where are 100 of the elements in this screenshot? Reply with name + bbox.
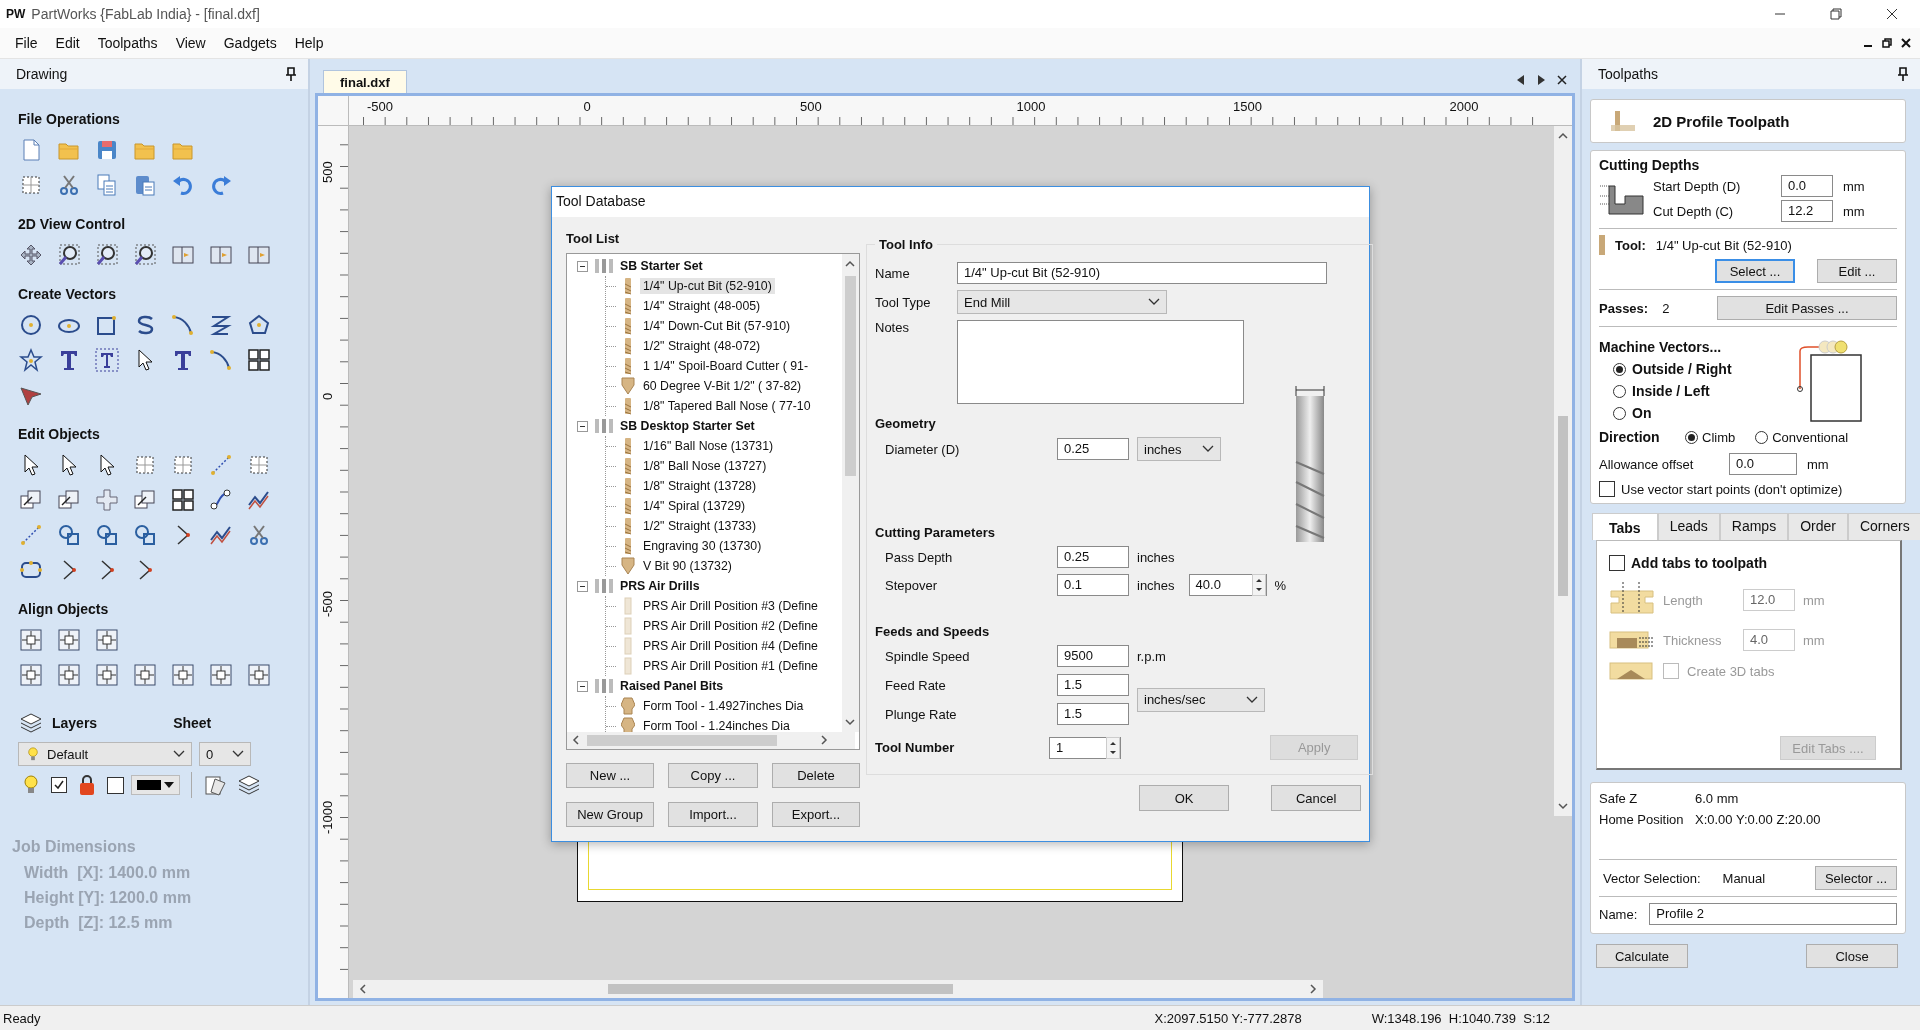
tool-tree[interactable] xyxy=(566,253,860,750)
radio-button[interactable] xyxy=(1613,406,1626,420)
right-arrow-icon[interactable] xyxy=(1537,75,1545,85)
tree-item[interactable]: 1/4" Spiral (13729) xyxy=(640,498,749,514)
grid-icon[interactable] xyxy=(170,487,196,513)
tab[interactable]: Leads xyxy=(1657,513,1720,540)
units-dropdown[interactable]: inches xyxy=(1137,437,1221,461)
tool-name-field[interactable]: 1/4" Up-cut Bit (52-910) xyxy=(957,262,1327,284)
menu-item[interactable]: Toolpaths xyxy=(88,32,167,54)
menu-item[interactable]: File xyxy=(6,32,47,54)
feed-rate-field[interactable]: 1.5 xyxy=(1057,674,1129,696)
pin-icon[interactable] xyxy=(286,67,296,81)
layer-dropdown[interactable]: Default xyxy=(18,742,192,766)
tree-item[interactable]: 1 1/4" Spoil-Board Cutter ( 91- xyxy=(640,358,811,374)
tool-number-field[interactable]: 1 xyxy=(1049,736,1121,759)
tree-item[interactable]: 1/2" Straight (13733) xyxy=(640,518,760,534)
tree-item[interactable]: PRS Air Drill Position #4 (Define xyxy=(640,638,821,654)
align-icon[interactable] xyxy=(18,627,44,653)
vertical-scrollbar[interactable] xyxy=(842,254,859,732)
tab[interactable]: Corners xyxy=(1847,513,1920,540)
zoom-icon[interactable] xyxy=(132,242,158,268)
option-label[interactable]: Conventional xyxy=(1772,429,1849,445)
option-label[interactable]: Outside / Right xyxy=(1632,361,1732,377)
vertical-scrollbar[interactable] xyxy=(1554,126,1572,816)
tree-item[interactable]: 1/16" Ball Nose (13731) xyxy=(640,438,777,454)
close-icon[interactable] xyxy=(1886,8,1898,20)
spindle-speed-field[interactable]: 9500 xyxy=(1057,645,1129,667)
spinner-icon[interactable] xyxy=(1251,574,1266,596)
list-button[interactable]: Delete xyxy=(772,763,860,788)
horizontal-scrollbar[interactable] xyxy=(567,732,855,749)
stepover-field[interactable]: 0.1 xyxy=(1057,574,1129,596)
tree-item[interactable]: PRS Air Drill Position #3 (Define xyxy=(640,598,821,614)
option-label[interactable]: Inside / Left xyxy=(1632,383,1710,399)
align-icon[interactable] xyxy=(56,627,82,653)
group-label[interactable]: SB Desktop Starter Set xyxy=(620,419,755,433)
collapse-icon[interactable] xyxy=(577,260,588,272)
pin-icon[interactable] xyxy=(1898,67,1908,81)
menu-item[interactable]: View xyxy=(166,32,215,54)
tree-item[interactable]: Form Tool - 1.24inches Dia xyxy=(640,718,793,734)
tree-item[interactable]: 1/8" Straight (13728) xyxy=(640,478,760,494)
panel-button[interactable]: Close xyxy=(1806,944,1898,968)
option-label[interactable]: Climb xyxy=(1702,429,1736,445)
depth-field[interactable]: 0.0 xyxy=(1781,175,1833,197)
tree-item[interactable]: 1/8" Ball Nose (13727) xyxy=(640,458,770,474)
color-dropdown[interactable] xyxy=(131,775,180,795)
restore-icon[interactable] xyxy=(1882,38,1892,48)
radio-button[interactable] xyxy=(1685,430,1698,444)
option-label[interactable]: On xyxy=(1632,405,1652,421)
tab[interactable]: Order xyxy=(1788,513,1848,540)
shapes-icon[interactable] xyxy=(56,522,82,548)
plunge-rate-field[interactable]: 1.5 xyxy=(1057,703,1129,725)
close-icon[interactable] xyxy=(1557,75,1567,85)
checkbox[interactable] xyxy=(51,777,67,793)
radio-button[interactable] xyxy=(1755,430,1769,444)
circle-icon[interactable] xyxy=(18,312,44,338)
zoom-icon[interactable] xyxy=(94,242,120,268)
radio-button[interactable] xyxy=(1613,362,1626,376)
rate-units-dropdown[interactable]: inches/sec xyxy=(1137,687,1265,712)
tree-item[interactable]: 1/4" Up-cut Bit (52-910) xyxy=(640,278,775,294)
list-button[interactable]: Copy ... xyxy=(668,763,758,788)
tool-button[interactable]: Select ... xyxy=(1715,259,1795,283)
tree-item[interactable]: 1/4" Straight (48-005) xyxy=(640,298,764,314)
align-icon[interactable] xyxy=(94,627,120,653)
radio-button[interactable] xyxy=(1613,384,1626,398)
tree-item[interactable]: 1/8" Tapered Ball Nose ( 77-10 xyxy=(640,398,814,414)
align-icon[interactable] xyxy=(56,662,82,688)
spinner-icon[interactable] xyxy=(1106,736,1120,759)
list-button[interactable]: New Group xyxy=(566,802,654,827)
list-button[interactable]: Export... xyxy=(772,802,860,827)
close-icon[interactable] xyxy=(1901,38,1911,48)
tool-type-dropdown[interactable]: End Mill xyxy=(957,290,1167,314)
text-frame-icon[interactable] xyxy=(94,347,120,373)
align-icon[interactable] xyxy=(18,662,44,688)
checkbox[interactable] xyxy=(1599,481,1615,497)
pan-icon[interactable] xyxy=(18,242,44,268)
allowance-field[interactable]: 0.0 xyxy=(1729,453,1797,475)
menu-item[interactable]: Help xyxy=(285,32,333,54)
tree-item[interactable]: Engraving 30 (13730) xyxy=(640,538,765,554)
checkbox-label[interactable]: Add tabs to toolpath xyxy=(1631,555,1768,571)
group-label[interactable]: SB Starter Set xyxy=(620,259,703,273)
list-button[interactable]: New ... xyxy=(566,763,654,788)
color-swatch[interactable] xyxy=(107,776,124,794)
diameter-field[interactable]: 0.25 xyxy=(1057,438,1129,460)
name-field[interactable]: Profile 2 xyxy=(1649,903,1897,925)
checkbox-label[interactable]: Use vector start points (don't optimize) xyxy=(1621,481,1843,497)
collapse-icon[interactable] xyxy=(577,420,588,432)
pass-depth-field[interactable]: 0.25 xyxy=(1057,546,1129,568)
checkbox[interactable] xyxy=(1609,555,1625,571)
tree-item[interactable]: V Bit 90 (13732) xyxy=(640,558,735,574)
zoom-icon[interactable] xyxy=(56,242,82,268)
grid-icon[interactable] xyxy=(246,347,272,373)
collapse-icon[interactable] xyxy=(577,680,588,692)
align-icon[interactable] xyxy=(208,662,234,688)
dialog-button[interactable]: Cancel xyxy=(1271,785,1362,811)
shapes-icon[interactable] xyxy=(94,522,120,548)
tool-button[interactable]: Edit ... xyxy=(1817,259,1897,283)
tree-item[interactable]: PRS Air Drill Position #1 (Define xyxy=(640,658,821,674)
tree-item[interactable]: 1/4" Down-Cut Bit (57-910) xyxy=(640,318,794,334)
selector-button[interactable]: Selector ... xyxy=(1815,866,1897,890)
node-icon[interactable] xyxy=(208,487,234,513)
